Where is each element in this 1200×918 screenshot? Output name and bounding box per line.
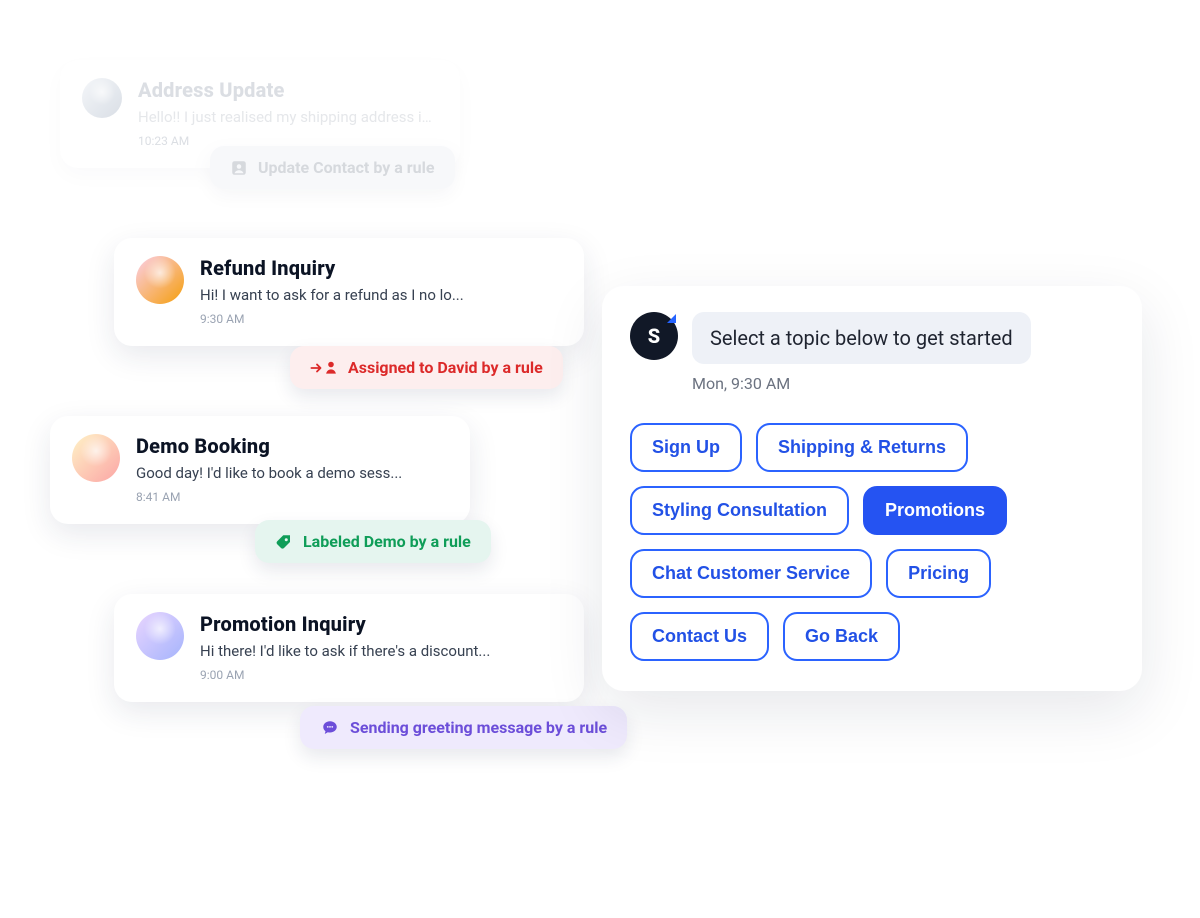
ticket-time: 8:41 AM: [136, 490, 402, 504]
rule-chip-label: Update Contact by a rule: [258, 158, 435, 177]
topic-styling-consultation[interactable]: Styling Consultation: [630, 486, 849, 535]
avatar: [136, 256, 184, 304]
ticket-item[interactable]: Address Update Hello!! I just realised m…: [60, 60, 680, 168]
topic-go-back[interactable]: Go Back: [783, 612, 900, 661]
ticket-preview: Hello!! I just realised my shipping addr…: [138, 108, 438, 126]
ticket-item[interactable]: Promotion Inquiry Hi there! I'd like to …: [60, 594, 680, 702]
rule-chip-assigned: Assigned to David by a rule: [290, 346, 563, 389]
rule-chip-greeting: Sending greeting message by a rule: [300, 706, 627, 749]
ticket-title: Address Update: [138, 78, 438, 102]
rule-chip-labeled: Labeled Demo by a rule: [255, 520, 491, 563]
ticket-title: Promotion Inquiry: [200, 612, 490, 636]
tag-icon: [275, 533, 293, 551]
chat-icon: [320, 719, 340, 737]
bot-badge-icon: [667, 314, 676, 323]
bot-message: Select a topic below to get started: [692, 312, 1031, 364]
ticket-item[interactable]: Refund Inquiry Hi! I want to ask for a r…: [60, 238, 680, 346]
topic-shipping-returns[interactable]: Shipping & Returns: [756, 423, 968, 472]
topic-contact-us[interactable]: Contact Us: [630, 612, 769, 661]
bot-initial: S: [648, 324, 660, 348]
ticket-preview: Hi there! I'd like to ask if there's a d…: [200, 642, 490, 660]
ticket-item[interactable]: Demo Booking Good day! I'd like to book …: [60, 416, 680, 524]
ticket-time: 9:00 AM: [200, 668, 490, 682]
avatar: [136, 612, 184, 660]
ticket-time: 9:30 AM: [200, 312, 464, 326]
topic-pricing[interactable]: Pricing: [886, 549, 991, 598]
assign-icon: [310, 359, 338, 377]
rule-chip-update-contact: Update Contact by a rule: [210, 146, 455, 189]
avatar: [82, 78, 122, 118]
topic-promotions[interactable]: Promotions: [863, 486, 1007, 535]
avatar: [72, 434, 120, 482]
ticket-title: Demo Booking: [136, 434, 402, 458]
contact-icon: [230, 159, 248, 177]
ticket-preview: Hi! I want to ask for a refund as I no l…: [200, 286, 464, 304]
tickets-column: Address Update Hello!! I just realised m…: [60, 60, 680, 772]
bot-avatar: S: [630, 312, 678, 360]
topic-sign-up[interactable]: Sign Up: [630, 423, 742, 472]
rule-chip-label: Labeled Demo by a rule: [303, 532, 471, 551]
chat-timestamp: Mon, 9:30 AM: [692, 374, 1114, 393]
topic-grid: Sign Up Shipping & Returns Styling Consu…: [630, 423, 1114, 661]
ticket-preview: Good day! I'd like to book a demo sess..…: [136, 464, 402, 482]
ticket-title: Refund Inquiry: [200, 256, 464, 280]
rule-chip-label: Assigned to David by a rule: [348, 358, 543, 377]
chat-panel: S Select a topic below to get started Mo…: [602, 286, 1142, 691]
rule-chip-label: Sending greeting message by a rule: [350, 718, 607, 737]
topic-chat-customer-service[interactable]: Chat Customer Service: [630, 549, 872, 598]
